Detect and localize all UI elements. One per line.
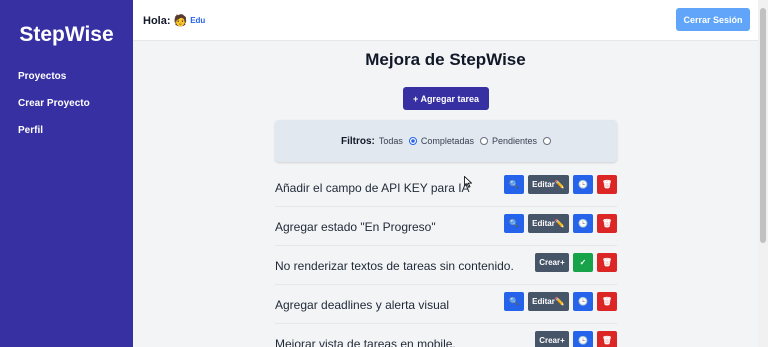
search-icon: 🔍 (509, 219, 519, 228)
trash-icon: 🗑 (601, 297, 613, 306)
delete-button[interactable]: 🗑 (597, 292, 617, 311)
task-row: Agregar deadlines y alerta visual 🔍 Edit… (275, 292, 617, 324)
task-actions: 🔍 Editar✏️ 🕒 🗑 (504, 292, 617, 311)
logout-button[interactable]: Cerrar Sesión (676, 8, 750, 31)
task-text: Mejorar vista de tareas en mobile. (275, 337, 456, 347)
create-subtask-button[interactable]: Crear+ (535, 253, 569, 272)
search-icon: 🔍 (509, 297, 519, 306)
task-text: Añadir el campo de API KEY para IA (275, 181, 470, 195)
topbar: Hola: 🧑 Edu Cerrar Sesión (133, 0, 758, 41)
sidebar-item-proyectos[interactable]: Proyectos (18, 71, 90, 98)
checkmark-icon: ✓ (579, 258, 587, 267)
sidebar: StepWise Proyectos Crear Proyecto Perfil (0, 0, 133, 347)
username: Edu (190, 16, 206, 25)
brand-logo[interactable]: StepWise (0, 23, 133, 47)
clock-icon: 🕒 (578, 219, 588, 228)
create-subtask-button[interactable]: Crear+ (535, 331, 569, 347)
filter-pending-label: Pendientes (491, 136, 537, 146)
greeting: Hola: 🧑 Edu (143, 14, 206, 28)
user-avatar-icon: 🧑 (173, 15, 188, 27)
task-actions: Crear+ ✓ 🗑 (535, 253, 617, 272)
filter-all-label: Todas (378, 136, 403, 146)
search-button[interactable]: 🔍 (504, 214, 524, 233)
clock-button[interactable]: 🕒 (573, 292, 593, 311)
delete-button[interactable]: 🗑 (597, 331, 617, 347)
complete-button[interactable]: ✓ (573, 253, 593, 272)
clock-button[interactable]: 🕒 (573, 331, 593, 347)
page-title: Mejora de StepWise (365, 50, 526, 69)
task-text: Agregar deadlines y alerta visual (275, 298, 450, 312)
sidebar-item-crear-proyecto[interactable]: Crear Proyecto (18, 98, 90, 125)
delete-button[interactable]: 🗑 (597, 175, 617, 194)
edit-button[interactable]: Editar✏️ (528, 214, 569, 233)
search-icon: 🔍 (509, 180, 519, 189)
filters-label: Filtros: (341, 135, 375, 147)
delete-button[interactable]: 🗑 (597, 214, 617, 233)
filter-pending-radio[interactable] (543, 137, 551, 145)
task-row: No renderizar textos de tareas sin conte… (275, 253, 617, 285)
search-button[interactable]: 🔍 (504, 175, 524, 194)
search-button[interactable]: 🔍 (504, 292, 524, 311)
task-actions: Crear+ 🕒 🗑 (535, 331, 617, 347)
clock-icon: 🕒 (578, 297, 588, 306)
task-text: No renderizar textos de tareas sin conte… (275, 259, 514, 273)
edit-button[interactable]: Editar✏️ (528, 175, 569, 194)
greeting-label: Hola: (143, 14, 171, 27)
task-row: Mejorar vista de tareas en mobile. Crear… (275, 331, 617, 347)
add-task-button[interactable]: + Agregar tarea (403, 87, 489, 110)
sidebar-item-perfil[interactable]: Perfil (18, 125, 90, 152)
clock-icon: 🕒 (578, 180, 588, 189)
filter-all-radio[interactable] (408, 137, 417, 145)
clock-icon: 🕒 (578, 336, 588, 345)
trash-icon: 🗑 (601, 258, 613, 267)
scrollbar-thumb[interactable] (760, 8, 766, 243)
filter-completed-label: Completadas (420, 136, 474, 146)
trash-icon: 🗑 (601, 336, 613, 345)
clock-button[interactable]: 🕒 (573, 214, 593, 233)
filter-completed-radio[interactable] (479, 137, 488, 145)
page-scrollbar[interactable] (758, 0, 768, 347)
sidebar-nav: Proyectos Crear Proyecto Perfil (18, 71, 90, 152)
delete-button[interactable]: 🗑 (597, 253, 617, 272)
task-text: Agregar estado "En Progreso" (275, 220, 436, 234)
trash-icon: 🗑 (601, 180, 613, 189)
task-actions: 🔍 Editar✏️ 🕒 🗑 (504, 175, 617, 194)
filters-panel: Filtros: Todas Completadas Pendientes (275, 120, 617, 162)
task-actions: 🔍 Editar✏️ 🕒 🗑 (504, 214, 617, 233)
edit-button[interactable]: Editar✏️ (528, 292, 569, 311)
trash-icon: 🗑 (601, 219, 613, 228)
task-row: Agregar estado "En Progreso" 🔍 Editar✏️ … (275, 214, 617, 246)
task-row: Añadir el campo de API KEY para IA 🔍 Edi… (275, 175, 617, 207)
clock-button[interactable]: 🕒 (573, 175, 593, 194)
